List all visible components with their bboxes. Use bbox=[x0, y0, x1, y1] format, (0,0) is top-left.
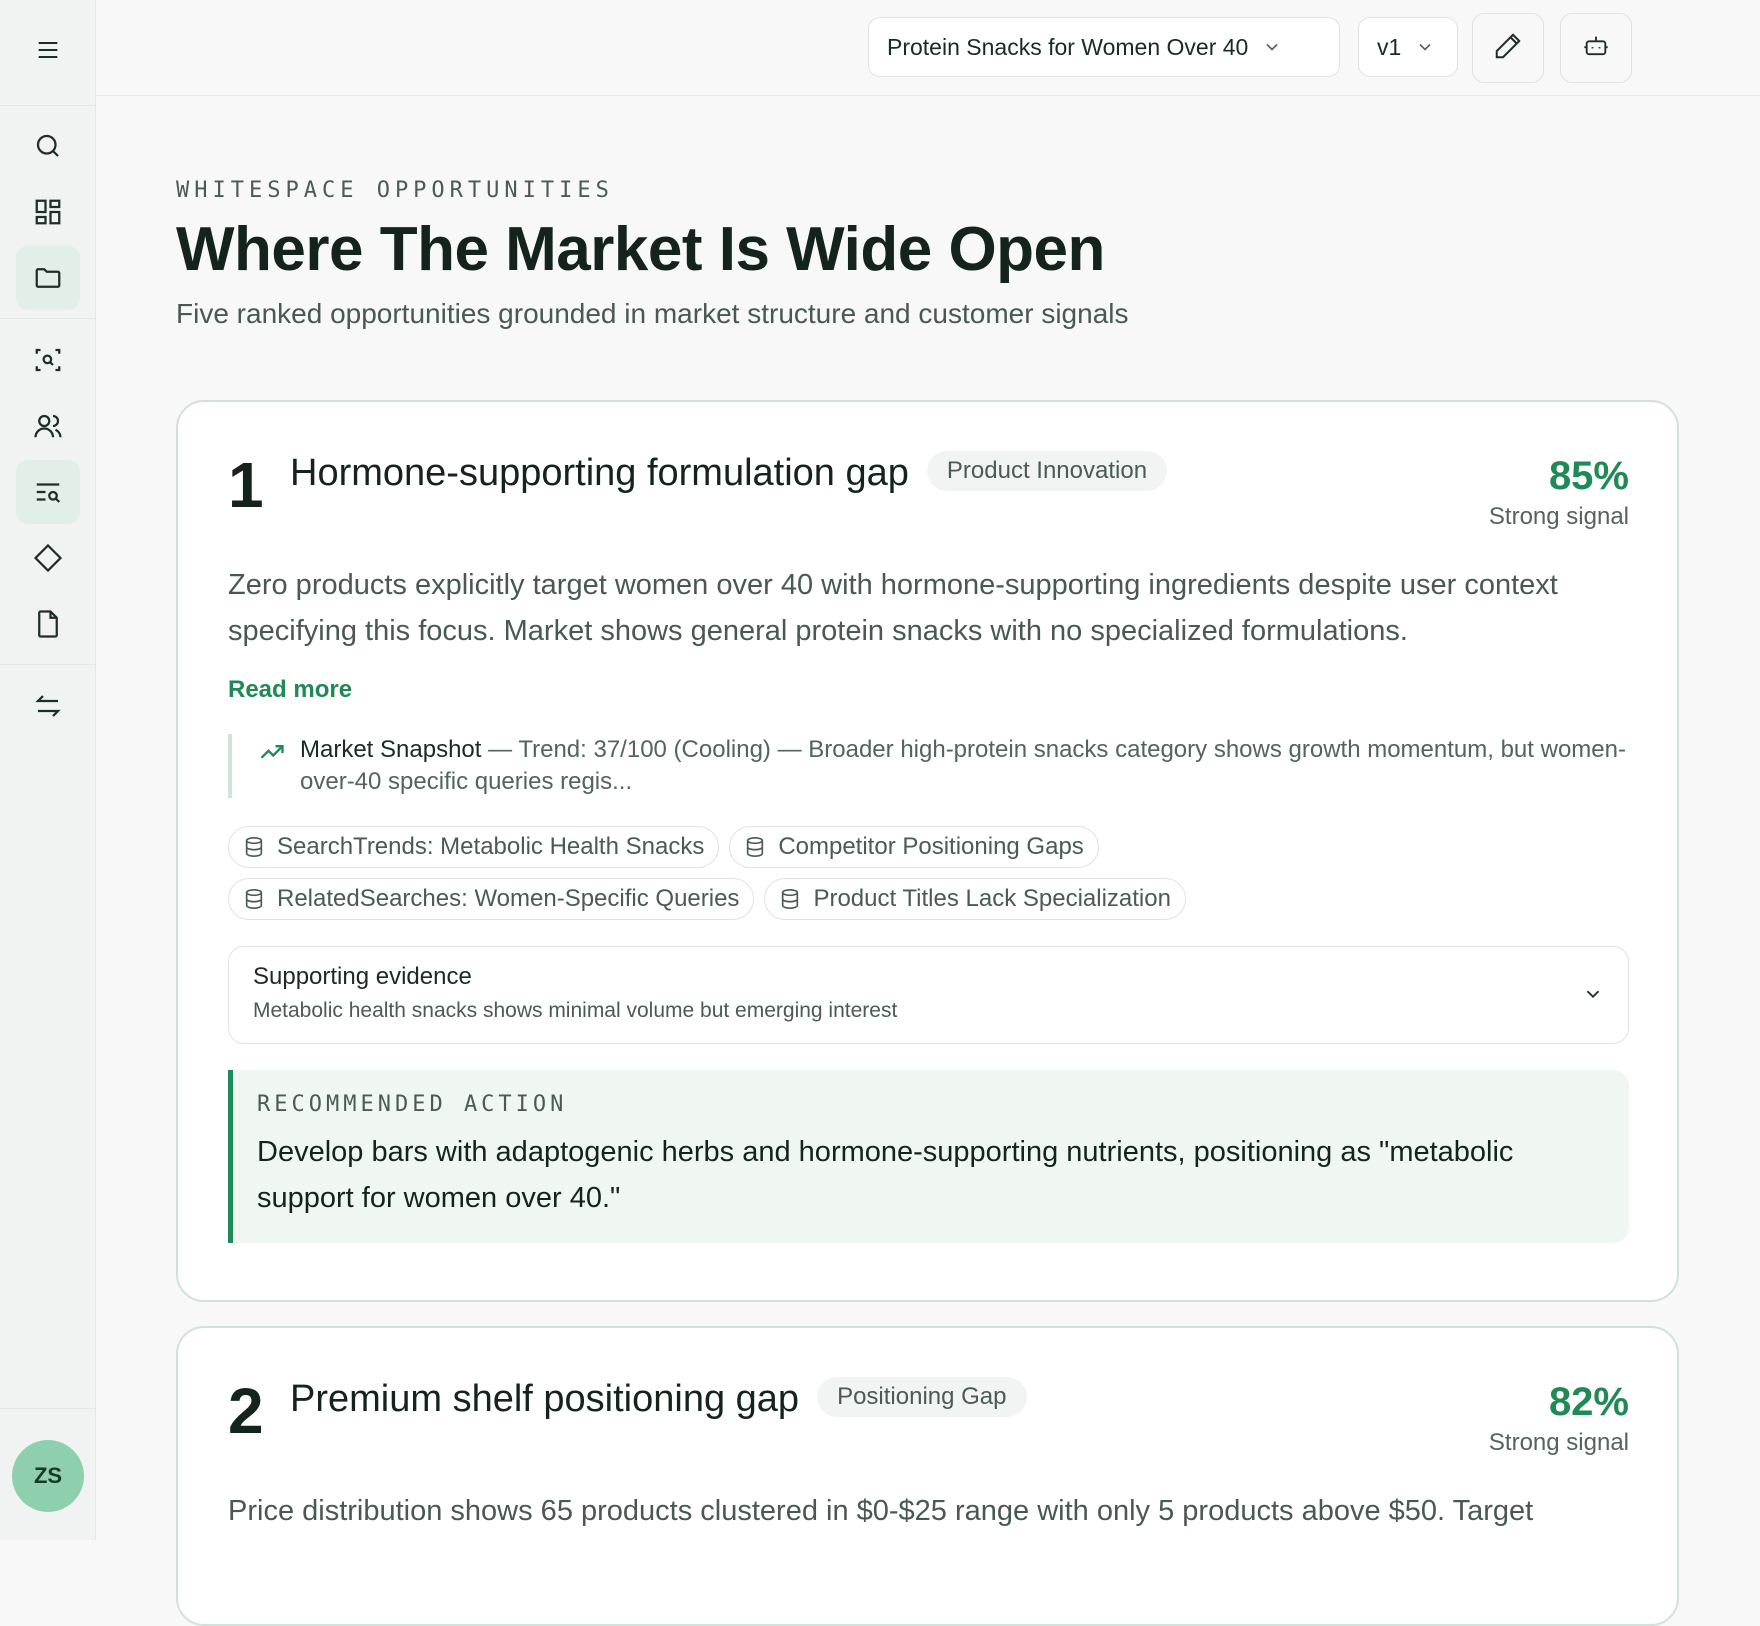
database-icon bbox=[782, 889, 799, 909]
source-chip[interactable]: Product Titles Lack Specialization bbox=[764, 878, 1186, 920]
opportunity-title: Hormone-supporting formulation gap bbox=[290, 452, 909, 494]
bot-icon bbox=[1582, 32, 1610, 65]
folder-icon[interactable] bbox=[16, 246, 80, 310]
signal-label: Strong signal bbox=[1488, 503, 1629, 530]
evidence-title: Supporting evidence bbox=[253, 963, 472, 990]
menu-icon[interactable] bbox=[34, 36, 62, 69]
opportunity-rank: 1 bbox=[228, 449, 264, 521]
read-more-link[interactable]: Read more bbox=[228, 676, 352, 704]
source-chip-label: Competitor Positioning Gaps bbox=[778, 833, 1084, 860]
action-label: RECOMMENDED ACTION bbox=[257, 1092, 568, 1117]
opportunity-card: 2 Premium shelf positioning gap Positioni… bbox=[176, 1326, 1679, 1626]
category-tag: Product Innovation bbox=[926, 450, 1168, 491]
text-search-icon[interactable] bbox=[16, 460, 80, 524]
database-icon bbox=[245, 889, 263, 909]
page-title: Where The Market Is Wide Open bbox=[176, 215, 1105, 284]
source-chip-label: RelatedSearches: Women-Specific Queries bbox=[277, 885, 740, 912]
topbar: Protein Snacks for Women Over 40 v1 bbox=[96, 0, 1760, 96]
opportunity-title-row: Premium shelf positioning gap Positioning… bbox=[290, 1376, 1027, 1421]
database-icon bbox=[245, 837, 263, 857]
section-kicker: WHITESPACE OPPORTUNITIES bbox=[176, 178, 614, 203]
search-icon[interactable] bbox=[16, 114, 80, 178]
snapshot-label: Market Snapshot bbox=[300, 736, 482, 763]
sidebar-divider bbox=[0, 318, 95, 319]
trending-up-icon bbox=[258, 734, 286, 798]
sidebar-divider bbox=[0, 1408, 95, 1409]
source-chip-label: Product Titles Lack Specialization bbox=[813, 885, 1171, 912]
source-chip[interactable]: SearchTrends: Metabolic Health Snacks bbox=[228, 826, 720, 868]
chevron-down-icon bbox=[1415, 37, 1435, 57]
category-tag: Positioning Gap bbox=[817, 1376, 1027, 1417]
action-text: Develop bars with adaptogenic herbs and … bbox=[257, 1136, 1514, 1214]
opportunity-card: 1 Hormone-supporting formulation gap Prod… bbox=[176, 400, 1679, 1302]
version-select[interactable]: v1 bbox=[1358, 17, 1458, 77]
diamond-icon[interactable] bbox=[16, 526, 80, 590]
version-select-label: v1 bbox=[1377, 33, 1402, 60]
snapshot-text: Market Snapshot — Trend: 37/100 (Cooling… bbox=[300, 734, 1629, 798]
users-icon[interactable] bbox=[16, 394, 80, 458]
scan-search-icon[interactable] bbox=[16, 328, 80, 392]
dashboard-icon[interactable] bbox=[16, 180, 80, 244]
arrows-swap-icon[interactable] bbox=[16, 674, 80, 738]
chevron-down-icon bbox=[1582, 983, 1604, 1010]
opportunity-title: Premium shelf positioning gap bbox=[290, 1378, 800, 1420]
market-snapshot: Market Snapshot — Trend: 37/100 (Cooling… bbox=[228, 734, 1629, 798]
score-percent: 85% bbox=[1548, 454, 1629, 498]
avatar[interactable]: ZS bbox=[12, 1440, 84, 1512]
recommended-action: RECOMMENDED ACTION Develop bars with ada… bbox=[228, 1070, 1629, 1243]
opportunity-description: Zero products explicitly target women ov… bbox=[228, 569, 1558, 647]
sidebar-divider bbox=[0, 664, 95, 665]
source-chip[interactable]: RelatedSearches: Women-Specific Queries bbox=[228, 878, 755, 920]
sidebar-header bbox=[0, 0, 95, 106]
assistant-button[interactable] bbox=[1560, 13, 1632, 83]
opportunity-rank: 2 bbox=[228, 1375, 264, 1447]
source-chip[interactable]: Competitor Positioning Gaps bbox=[729, 826, 1099, 868]
project-select-label: Protein Snacks for Women Over 40 bbox=[887, 33, 1249, 60]
file-icon[interactable] bbox=[16, 592, 80, 656]
evidence-summary: Metabolic health snacks shows minimal vo… bbox=[253, 999, 898, 1022]
supporting-evidence-toggle[interactable]: Supporting evidence Metabolic health sna… bbox=[228, 946, 1629, 1044]
opportunity-description: Price distribution shows 65 products clu… bbox=[228, 1495, 1534, 1527]
signal-label: Strong signal bbox=[1488, 1429, 1629, 1456]
chevron-down-icon bbox=[1262, 37, 1282, 57]
signal-score: 85% Strong signal bbox=[1489, 454, 1629, 531]
snapshot-detail: — Trend: 37/100 (Cooling) — Broader high… bbox=[300, 736, 1626, 795]
signal-score: 82% Strong signal bbox=[1489, 1380, 1629, 1457]
edit-button[interactable] bbox=[1472, 13, 1544, 83]
source-chips: SearchTrends: Metabolic Health Snacks Co… bbox=[228, 826, 1348, 920]
opportunity-title-row: Hormone-supporting formulation gap Produc… bbox=[290, 450, 1168, 495]
page-subtitle: Five ranked opportunities grounded in ma… bbox=[176, 298, 1129, 329]
score-percent: 82% bbox=[1548, 1380, 1629, 1424]
project-select[interactable]: Protein Snacks for Women Over 40 bbox=[868, 17, 1340, 77]
sidebar: ZS bbox=[0, 0, 96, 1540]
pencil-icon bbox=[1493, 31, 1523, 66]
database-icon bbox=[747, 837, 764, 857]
source-chip-label: SearchTrends: Metabolic Health Snacks bbox=[277, 833, 705, 860]
